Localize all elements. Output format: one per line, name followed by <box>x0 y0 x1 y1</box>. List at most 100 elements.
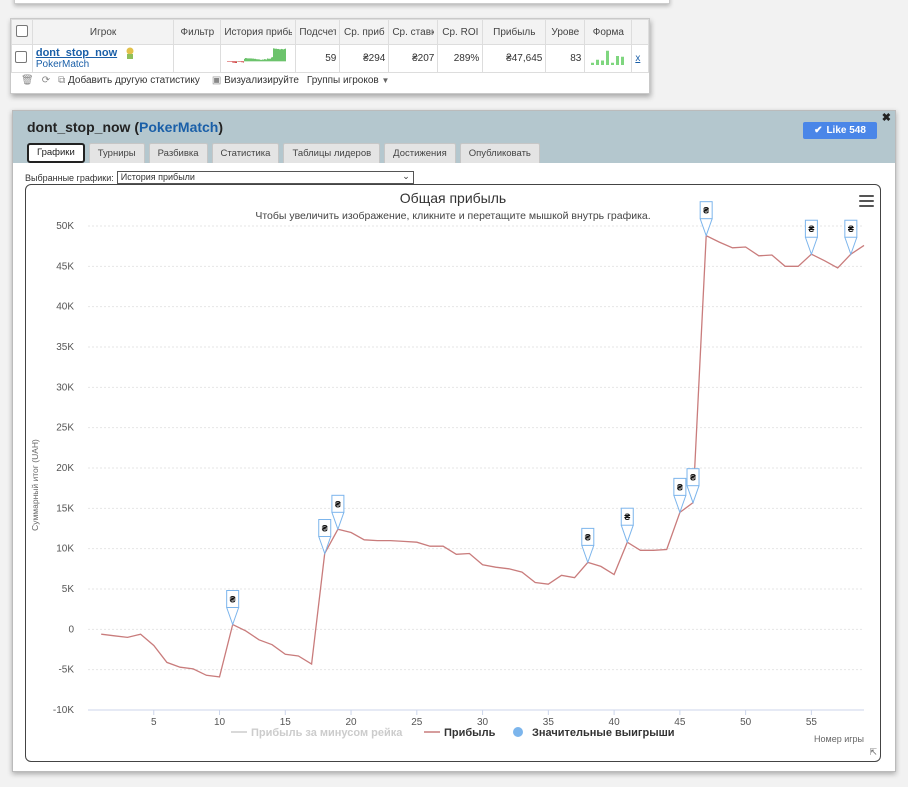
x-tick-label: 5 <box>151 717 157 728</box>
x-tick-label: 45 <box>674 717 686 728</box>
profit-chart[interactable]: -10K -5K 0 5K 10K 15K 20K 25K 30K 35K 40K 45K 50K 5 10… <box>26 185 880 761</box>
col-count[interactable]: Подсчет <box>295 19 341 45</box>
col-profit-label: Прибыль <box>493 26 536 38</box>
sparkline-bar <box>230 61 232 62</box>
panel-header: dont_stop_now (PokerMatch) ✔ Like 548 ✖ Г… <box>13 111 895 163</box>
form-bar <box>616 56 620 65</box>
chart-select-row: Выбранные графики: История прибыли ⌄ <box>25 171 414 184</box>
sparkline-bar <box>260 59 262 62</box>
sparkline-bar <box>267 58 269 62</box>
form-bar <box>621 56 625 65</box>
tab-breakdown[interactable]: Разбивка <box>148 143 208 163</box>
col-level[interactable]: Урове <box>545 19 586 45</box>
legend-item-label: Значительные выигрыши <box>532 727 675 739</box>
col-history[interactable]: История прибы <box>220 19 297 45</box>
sparkline-bar <box>285 48 287 62</box>
col-history-label: История прибы <box>224 26 293 38</box>
big-win-flag-label: ₴ <box>585 532 591 542</box>
chart-select[interactable]: История прибыли ⌄ <box>116 171 414 184</box>
col-filter[interactable]: Фильтр <box>173 19 222 45</box>
col-avg-roi-label: Ср. ROI <box>442 26 479 38</box>
x-tick-label: 10 <box>214 717 226 728</box>
big-win-flag-pole <box>804 237 818 256</box>
sparkline-bar <box>237 61 239 62</box>
close-icon[interactable]: ✖ <box>882 111 891 124</box>
big-win-flag-label: ₴ <box>848 224 854 234</box>
remove-cell[interactable]: x <box>631 44 649 73</box>
sparkline-bar <box>277 48 279 62</box>
tab-tournaments[interactable]: Турниры <box>88 143 145 163</box>
remove-link[interactable]: x <box>635 53 640 64</box>
player-groups-dropdown[interactable]: Группы игроков ▼ <box>307 75 390 86</box>
big-win-flag-label: ₴ <box>322 524 328 534</box>
sparkline-bar <box>254 58 256 62</box>
sparkline-bar <box>231 61 233 62</box>
col-player[interactable]: Игрок <box>31 19 175 45</box>
sparkline-bar <box>233 61 235 63</box>
tab-statistics[interactable]: Статистика <box>211 143 280 163</box>
x-axis-label: Номер игры <box>814 734 864 744</box>
sparkline-bar <box>259 59 261 62</box>
chevron-down-icon: ⌄ <box>402 171 410 181</box>
x-tick-label: 55 <box>806 717 818 728</box>
player-site-link[interactable]: PokerMatch <box>36 59 170 70</box>
form-bar <box>611 62 615 65</box>
resize-handle-icon[interactable]: ⇱ <box>869 747 877 758</box>
sparkline-bar <box>273 48 275 62</box>
panel-tabs: Графики Турниры Разбивка Статистика Табл… <box>27 143 540 163</box>
avg-roi-cell: 289% <box>437 44 484 73</box>
visualize-button[interactable]: ▣ Визуализируйте <box>212 75 299 86</box>
col-form[interactable]: Форма <box>584 19 633 45</box>
chart-select-value: История прибыли <box>120 172 195 182</box>
col-filter-label: Фильтр <box>180 26 215 38</box>
caret-down-icon: ▼ <box>381 76 390 85</box>
sparkline-bar <box>270 58 272 62</box>
sparkline-bar <box>252 58 254 62</box>
tab-leaderboards[interactable]: Таблицы лидеров <box>283 143 381 163</box>
y-tick-label: 5K <box>62 584 75 595</box>
sparkline-bar <box>240 61 242 62</box>
select-all-checkbox[interactable] <box>15 24 28 37</box>
sparkline-bar <box>243 61 245 63</box>
col-avg-roi[interactable]: Ср. ROI <box>437 19 484 45</box>
sparkline-bar <box>258 59 260 62</box>
form-bar <box>606 50 610 65</box>
sparkline-bar <box>280 49 282 62</box>
sparkline-bar <box>257 59 259 62</box>
tab-charts[interactable]: Графики <box>27 143 85 163</box>
like-button[interactable]: ✔ Like 548 <box>803 122 877 139</box>
y-tick-label: -5K <box>58 665 74 676</box>
y-axis-label: Суммарный итог (UAH) <box>30 439 40 531</box>
form-bars <box>591 50 625 65</box>
sparkline-bar <box>281 48 283 62</box>
row-checkbox[interactable] <box>15 51 27 63</box>
col-avg-profit[interactable]: Ср. приб <box>339 19 390 45</box>
col-avg-stake[interactable]: Ср. ставк <box>388 19 439 45</box>
add-stat-button[interactable]: ⧉ Добавить другую статистику <box>58 75 200 86</box>
stats-toolbar: 🗑 ⟳ ⧉ Добавить другую статистику ▣ Визуа… <box>21 75 389 86</box>
select-all-cell[interactable] <box>11 19 33 45</box>
sparkline-bar <box>268 58 270 62</box>
avg-stake-cell: ₴207 <box>388 44 439 73</box>
history-sparkline-cell[interactable] <box>220 44 297 73</box>
player-name-link[interactable]: dont_stop_now <box>36 47 117 59</box>
chart-container[interactable]: Общая прибыль Чтобы увеличить изображени… <box>25 184 881 762</box>
row-select-cell[interactable] <box>11 44 33 73</box>
profit-series-line <box>101 234 865 678</box>
col-profit[interactable]: Прибыль <box>482 19 547 45</box>
trash-icon[interactable]: 🗑 <box>21 75 34 86</box>
sparkline-bar <box>256 59 258 62</box>
copy-icon: ⧉ <box>58 75 66 86</box>
tab-publish[interactable]: Опубликовать <box>459 143 540 163</box>
col-level-label: Урове <box>551 26 580 38</box>
x-tick-label: 50 <box>740 717 752 728</box>
big-win-flag-label: ₴ <box>230 594 236 604</box>
y-tick-label: 10K <box>56 544 74 555</box>
form-cell[interactable] <box>584 44 633 73</box>
tab-achievements[interactable]: Достижения <box>384 143 456 163</box>
sparkline-bar <box>283 49 285 62</box>
refresh-icon[interactable]: ⟳ <box>42 75 50 86</box>
panel-site-link[interactable]: PokerMatch <box>139 119 218 135</box>
sparkline-bar <box>239 61 241 62</box>
check-icon: ✔ <box>814 125 823 136</box>
